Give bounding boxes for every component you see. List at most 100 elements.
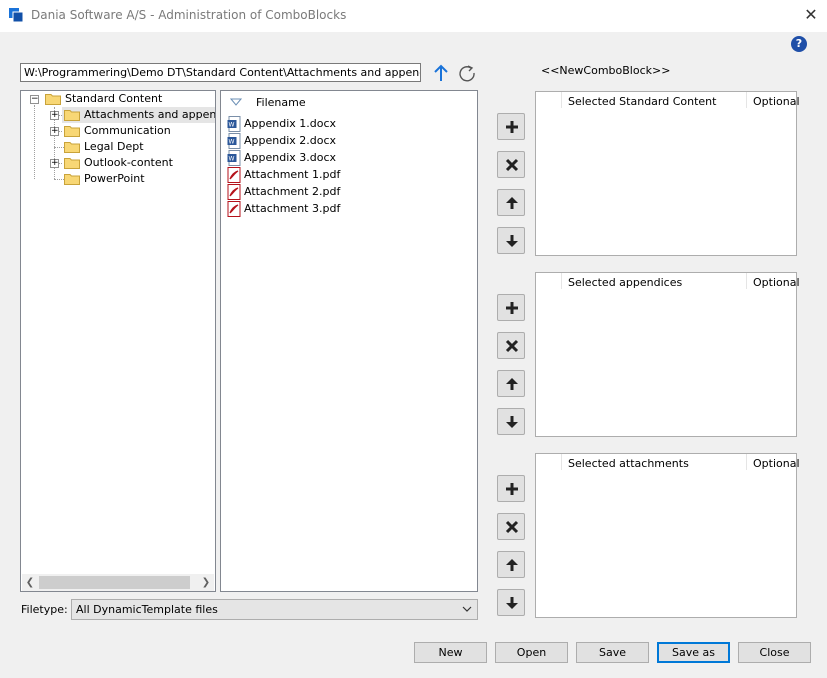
column-separator [746,454,747,470]
attachments-list[interactable]: Selected attachments Optional [535,453,800,618]
refresh-icon[interactable] [457,63,477,83]
arrow-up-icon [506,197,518,209]
tree-item-communication[interactable]: Communication [84,123,171,139]
word-doc-icon: W [227,150,241,166]
window-title: Dania Software A/S - Administration of C… [31,8,347,22]
save-button[interactable]: Save [576,642,649,663]
chevron-down-icon [462,606,472,612]
list-header: Selected attachments Optional [536,454,800,471]
expand-toggle[interactable]: + [50,127,59,136]
tree-item-powerpoint[interactable]: PowerPoint [84,171,145,187]
tree-item-legal-dept[interactable]: Legal Dept [84,139,144,155]
add-standard-content-button[interactable] [497,113,525,140]
folder-icon [64,110,80,121]
expand-toggle[interactable]: + [50,159,59,168]
svg-text:W: W [229,156,235,163]
pdf-icon [227,167,241,183]
up-arrow-icon[interactable] [432,63,450,83]
file-list[interactable]: Filename W Appendix 1.docx W Appendix 2.do… [220,90,478,592]
close-window-icon[interactable]: ✕ [800,5,822,25]
filetype-dropdown[interactable]: All DynamicTemplate files [71,599,478,620]
move-up-attachment-button[interactable] [497,551,525,578]
tree-item-outlook-content[interactable]: Outlook-content [84,155,173,171]
collapse-toggle[interactable]: − [30,95,39,104]
tree-connector [54,179,64,180]
file-name: Appendix 2.docx [244,134,337,147]
optional-column-header[interactable]: Optional [753,457,800,470]
file-row[interactable]: W Appendix 3.docx [227,150,336,166]
remove-standard-content-button[interactable] [497,151,525,178]
close-button[interactable]: Close [738,642,811,663]
word-doc-icon: W [227,116,241,132]
tree-horizontal-scrollbar[interactable]: ❮ ❯ [22,574,214,591]
standard-content-list[interactable]: Selected Standard Content Optional [535,91,800,256]
file-name: Attachment 3.pdf [244,202,341,215]
scroll-right-icon[interactable]: ❯ [198,574,214,591]
path-input[interactable]: W:\Programmering\Demo DT\Standard Conten… [20,63,421,82]
appendices-list[interactable]: Selected appendices Optional [535,272,800,437]
list-header: Selected Standard Content Optional [536,92,800,109]
file-row[interactable]: Attachment 1.pdf [227,167,340,183]
add-attachment-button[interactable] [497,475,525,502]
pdf-icon [227,201,241,217]
list-title[interactable]: Selected attachments [568,457,689,470]
add-appendix-button[interactable] [497,294,525,321]
scrollbar-thumb[interactable] [39,576,190,589]
list-title[interactable]: Selected appendices [568,276,682,289]
folder-icon [64,174,80,185]
move-down-appendix-button[interactable] [497,408,525,435]
folder-icon [64,142,80,153]
file-name: Attachment 2.pdf [244,185,341,198]
word-doc-icon: W [227,133,241,149]
tree-item-attachments[interactable]: Attachments and appendices [62,107,216,123]
move-down-attachment-button[interactable] [497,589,525,616]
scroll-left-icon[interactable]: ❮ [22,574,38,591]
new-button[interactable]: New [414,642,487,663]
optional-column-header[interactable]: Optional [753,276,800,289]
folder-tree[interactable]: − Standard Content + Attachments and app… [20,90,216,592]
expand-toggle[interactable]: + [50,111,59,120]
arrow-down-icon [506,597,518,609]
move-down-standard-content-button[interactable] [497,227,525,254]
folder-icon [64,158,80,169]
file-row[interactable]: W Appendix 2.docx [227,133,336,149]
file-row[interactable]: W Appendix 1.docx [227,116,336,132]
file-name: Attachment 1.pdf [244,168,341,181]
filename-column-header[interactable]: Filename [256,96,306,109]
open-button[interactable]: Open [495,642,568,663]
app-icon [9,8,24,23]
file-row[interactable]: Attachment 2.pdf [227,184,340,200]
arrow-down-icon [506,235,518,247]
filetype-label: Filetype: [21,603,68,616]
sort-down-icon[interactable] [230,98,242,106]
move-up-appendix-button[interactable] [497,370,525,397]
file-row[interactable]: Attachment 3.pdf [227,201,340,217]
help-icon[interactable]: ? [791,36,807,52]
list-header: Selected appendices Optional [536,273,800,290]
folder-icon [45,94,61,105]
remove-attachment-button[interactable] [497,513,525,540]
column-separator [561,454,562,470]
pdf-icon [227,184,241,200]
tree-item-label: Attachments and appendices [84,108,216,121]
save-as-button[interactable]: Save as [657,642,730,663]
cross-icon [505,339,519,353]
tree-item-standard-content[interactable]: Standard Content [65,91,162,107]
file-name: Appendix 3.docx [244,151,337,164]
folder-icon [64,126,80,137]
arrow-up-icon [506,559,518,571]
optional-column-header[interactable]: Optional [753,95,800,108]
tree-connector [34,105,35,179]
arrow-down-icon [506,416,518,428]
column-separator [561,273,562,289]
tree-connector [54,147,64,148]
plus-icon [506,121,518,133]
remove-appendix-button[interactable] [497,332,525,359]
move-up-standard-content-button[interactable] [497,189,525,216]
svg-text:W: W [229,139,235,146]
column-separator [561,92,562,108]
list-title[interactable]: Selected Standard Content [568,95,716,108]
file-name: Appendix 1.docx [244,117,337,130]
filetype-value: All DynamicTemplate files [76,603,218,616]
cross-icon [505,520,519,534]
